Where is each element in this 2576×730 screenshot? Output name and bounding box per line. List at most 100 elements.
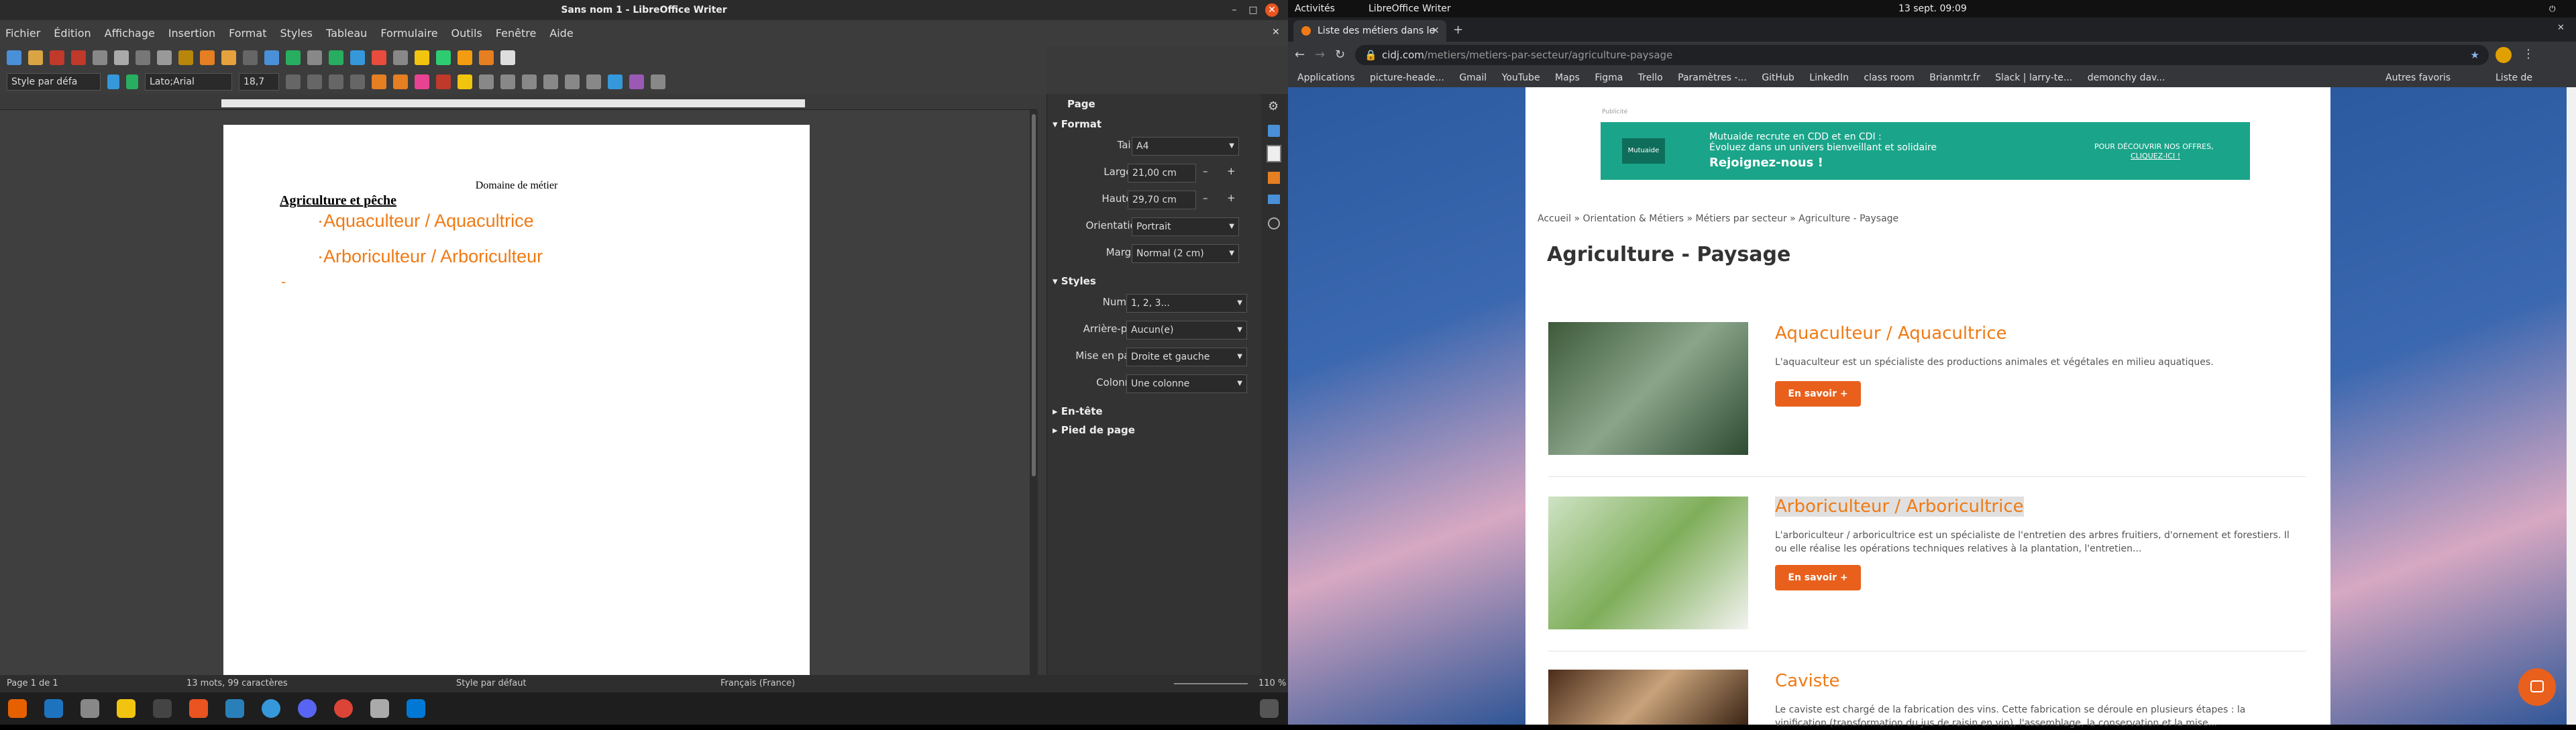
- breadcrumb[interactable]: Accueil » Orientation & Métiers » Métier…: [1538, 213, 1898, 224]
- mise-en-page-select[interactable]: Droite et gauche ▼: [1126, 348, 1247, 366]
- section-pied-de-page[interactable]: ▸ Pied de page: [1053, 424, 1135, 436]
- bullets-icon[interactable]: [565, 74, 580, 89]
- bookmark-star-icon[interactable]: ★: [2471, 45, 2479, 65]
- close-document-icon[interactable]: ✕: [1272, 27, 1280, 38]
- job-image[interactable]: [1548, 670, 1748, 725]
- export-pdf-icon[interactable]: [71, 50, 86, 65]
- page-count[interactable]: Page 1 de 1: [7, 678, 58, 688]
- page-header-text[interactable]: Domaine de métier: [223, 180, 810, 192]
- learn-more-button[interactable]: En savoir +: [1775, 381, 1861, 407]
- word-count[interactable]: 13 mots, 99 caractères: [186, 678, 288, 688]
- insert-image-icon[interactable]: [350, 50, 365, 65]
- scrollbar-thumb[interactable]: [1032, 114, 1036, 476]
- insert-table-icon[interactable]: [329, 50, 343, 65]
- minus-icon[interactable]: –: [1203, 192, 1208, 204]
- job-title[interactable]: Aquaculteur / Aquacultrice: [1775, 323, 2007, 344]
- open-icon[interactable]: [28, 50, 43, 65]
- bookmark-item[interactable]: Trello: [1638, 72, 1663, 83]
- styles-icon[interactable]: [1268, 172, 1280, 184]
- undo-icon[interactable]: [221, 50, 236, 65]
- menu-tableau[interactable]: Tableau: [326, 27, 367, 40]
- bookmark-item[interactable]: class room: [1864, 72, 1914, 83]
- page-style[interactable]: Style par défaut: [456, 678, 527, 688]
- clone-format-icon[interactable]: [200, 50, 215, 65]
- bookmark-item[interactable]: picture-heade...: [1370, 72, 1444, 83]
- help-icon[interactable]: [262, 699, 280, 718]
- font-size-select[interactable]: 18,7: [239, 73, 279, 91]
- basic-shapes-icon[interactable]: [500, 50, 515, 65]
- orientation-select[interactable]: Portrait ▼: [1132, 217, 1239, 236]
- strikethrough-icon[interactable]: [350, 74, 365, 89]
- terminal-icon[interactable]: [153, 699, 172, 718]
- menu-aide[interactable]: Aide: [549, 27, 573, 40]
- doc-list-item[interactable]: ·Aquaculteur / Aquacultrice: [317, 211, 534, 231]
- menu-insertion[interactable]: Insertion: [168, 27, 215, 40]
- zoom-level[interactable]: 110 %: [1258, 678, 1286, 688]
- learn-more-button[interactable]: En savoir +: [1775, 565, 1861, 590]
- plus-icon[interactable]: +: [1227, 165, 1236, 177]
- formatting-marks-icon[interactable]: [307, 50, 322, 65]
- job-image[interactable]: [1548, 497, 1748, 629]
- vscode-icon[interactable]: [407, 699, 425, 718]
- app-grid-icon[interactable]: [1260, 699, 1279, 718]
- close-window-icon[interactable]: ✕: [2557, 23, 2565, 33]
- menu-fenetre[interactable]: Fenêtre: [496, 27, 537, 40]
- bookmark-item[interactable]: YouTube: [1502, 72, 1540, 83]
- properties-icon[interactable]: [1268, 125, 1280, 137]
- find-replace-icon[interactable]: [264, 50, 279, 65]
- bookmark-item[interactable]: Slack | larry-te...: [1995, 72, 2072, 83]
- highlight-icon[interactable]: [458, 74, 472, 89]
- doc-heading[interactable]: Agriculture et pêche: [280, 193, 396, 209]
- back-icon[interactable]: ←: [1295, 48, 1305, 62]
- job-image[interactable]: [1548, 322, 1748, 455]
- indent-icon[interactable]: [608, 74, 623, 89]
- menu-formulaire[interactable]: Formulaire: [380, 27, 437, 40]
- insert-chart-icon[interactable]: [372, 50, 386, 65]
- insert-textbox-icon[interactable]: [393, 50, 408, 65]
- discord-icon[interactable]: [298, 699, 317, 718]
- line-spacing-icon[interactable]: [651, 74, 665, 89]
- menu-edition[interactable]: Édition: [54, 27, 91, 40]
- colonnes-select[interactable]: Une colonne ▼: [1126, 374, 1247, 393]
- page-icon[interactable]: [1267, 145, 1281, 162]
- minus-icon[interactable]: –: [1203, 165, 1208, 177]
- tab-liste-metiers[interactable]: Liste des métiers dans le ✕: [1293, 20, 1446, 42]
- copy-icon[interactable]: [157, 50, 172, 65]
- numbering-icon[interactable]: [586, 74, 601, 89]
- italic-icon[interactable]: [307, 74, 322, 89]
- new-tab-button[interactable]: +: [1453, 23, 1463, 37]
- print-preview-icon[interactable]: [114, 50, 129, 65]
- close-tab-icon[interactable]: ✕: [1432, 20, 1440, 42]
- avatar[interactable]: [2496, 47, 2512, 63]
- lock-icon[interactable]: 🔒: [1364, 45, 1377, 65]
- writer-icon[interactable]: [225, 699, 244, 718]
- url-bar[interactable]: 🔒 cidj.com/metiers/metiers-par-secteur/a…: [1355, 45, 2489, 65]
- paste-icon[interactable]: [178, 50, 193, 65]
- minimize-icon[interactable]: –: [1228, 3, 1241, 17]
- arriere-plan-select[interactable]: Aucun(e) ▼: [1126, 321, 1247, 340]
- chat-bubble-button[interactable]: [2518, 668, 2556, 706]
- firefox-icon[interactable]: [8, 699, 27, 718]
- outdent-icon[interactable]: [629, 74, 644, 89]
- document-page[interactable]: Domaine de métier Agriculture et pêche ·…: [223, 125, 810, 675]
- kebab-menu-icon[interactable]: ⋮: [2522, 47, 2534, 61]
- section-styles[interactable]: ▾ Styles: [1053, 275, 1096, 287]
- bookmark-item[interactable]: Brianmtr.fr: [1929, 72, 1980, 83]
- justify-icon[interactable]: [543, 74, 558, 89]
- new-style-icon[interactable]: [126, 74, 138, 89]
- superscript-icon[interactable]: [372, 74, 386, 89]
- gallery-icon[interactable]: [1268, 195, 1280, 204]
- cut-icon[interactable]: [136, 50, 150, 65]
- menu-outils[interactable]: Outils: [451, 27, 482, 40]
- align-left-icon[interactable]: [479, 74, 494, 89]
- job-title[interactable]: Arboriculteur / Arboricultrice: [1775, 497, 2024, 517]
- menu-styles[interactable]: Styles: [280, 27, 313, 40]
- largeur-field[interactable]: 21,00 cm: [1128, 164, 1196, 182]
- bookmark-item[interactable]: Gmail: [1459, 72, 1487, 83]
- clear-format-icon[interactable]: [415, 74, 429, 89]
- spellcheck-icon[interactable]: [286, 50, 301, 65]
- language[interactable]: Français (France): [720, 678, 795, 688]
- new-icon[interactable]: [7, 50, 21, 65]
- menu-affichage[interactable]: Affichage: [105, 27, 155, 40]
- bookmark-item[interactable]: GitHub: [1762, 72, 1794, 83]
